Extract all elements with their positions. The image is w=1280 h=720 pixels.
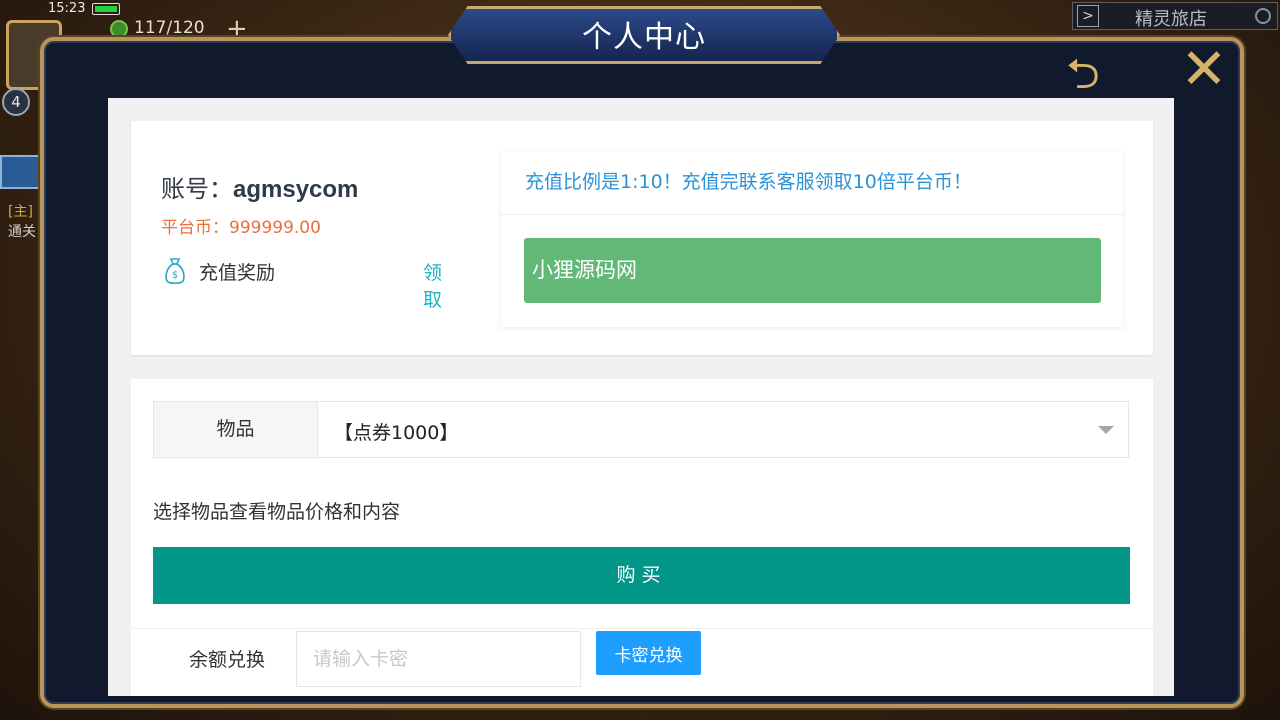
recharge-ratio-notice: 充值比例是1:10！充值完联系客服领取10倍平台币！ — [525, 171, 972, 193]
promo-banner: 小狸源码网 — [524, 238, 1101, 303]
redeem-card-button[interactable]: 卡密兑换 — [596, 631, 701, 675]
claim-reward-link[interactable]: 领取 — [423, 258, 451, 312]
redeem-label: 余额兑换 — [189, 649, 266, 671]
account-card: 账号：agmsycom 平台币：999999.00 $ 充值奖励 领取 充值比例… — [131, 121, 1153, 355]
item-hint: 选择物品查看物品价格和内容 — [153, 501, 401, 523]
item-select-row: 物品 【点券1000】 — [153, 401, 1129, 458]
close-button[interactable]: ✕ — [1176, 42, 1232, 100]
dialog-title: 个人中心 — [582, 20, 706, 55]
coins-value: 999999.00 — [229, 218, 321, 238]
coins-label: 平台币： — [161, 218, 229, 238]
balance-redeem-row: 余额兑换 卡密兑换 — [131, 628, 1153, 696]
money-bag-icon: $ — [165, 258, 185, 285]
shop-card: 物品 【点券1000】 选择物品查看物品价格和内容 购买 余额兑换 卡密兑换 — [131, 379, 1153, 696]
battery-icon — [92, 3, 120, 15]
item-dropdown[interactable]: 【点券1000】 — [318, 402, 1128, 457]
buy-button[interactable]: 购买 — [153, 547, 1130, 604]
notice-card: 充值比例是1:10！充值完联系客服领取10倍平台币！ 小狸源码网 — [501, 151, 1123, 327]
recharge-reward-row: $ 充值奖励 领取 — [161, 255, 451, 311]
quest-icon[interactable] — [0, 155, 40, 189]
back-button[interactable]: ⮌ — [1046, 52, 1120, 98]
clock-time: 15:23 — [48, 1, 86, 16]
platform-coins: 平台币：999999.00 — [161, 213, 321, 238]
quest-subtitle: 通关 — [8, 224, 36, 240]
energy-leaf-icon — [110, 20, 128, 38]
account-line: 账号：agmsycom — [161, 169, 358, 204]
quest-tag: [主] — [8, 204, 33, 220]
reward-label: 充值奖励 — [199, 262, 276, 284]
energy-value: 117/120 — [134, 18, 205, 38]
item-label: 物品 — [154, 402, 318, 457]
svg-text:$: $ — [172, 270, 178, 281]
divider — [501, 214, 1123, 215]
account-label: 账号： — [161, 175, 233, 203]
search-icon[interactable] — [1255, 8, 1271, 24]
card-key-input[interactable] — [296, 631, 581, 687]
shop-title: 精灵旅店 — [1135, 9, 1207, 30]
chevron-down-icon — [1098, 426, 1114, 434]
player-level-badge: 4 — [2, 88, 30, 116]
account-value: agmsycom — [233, 176, 359, 203]
expand-arrow-icon[interactable]: > — [1077, 5, 1099, 27]
item-selected-value: 【点券1000】 — [334, 422, 459, 444]
content-panel: 账号：agmsycom 平台币：999999.00 $ 充值奖励 领取 充值比例… — [108, 98, 1174, 696]
quest-tracker[interactable]: [主] 通关 — [8, 202, 36, 242]
shop-search-bar[interactable]: > 精灵旅店 — [1072, 2, 1278, 30]
